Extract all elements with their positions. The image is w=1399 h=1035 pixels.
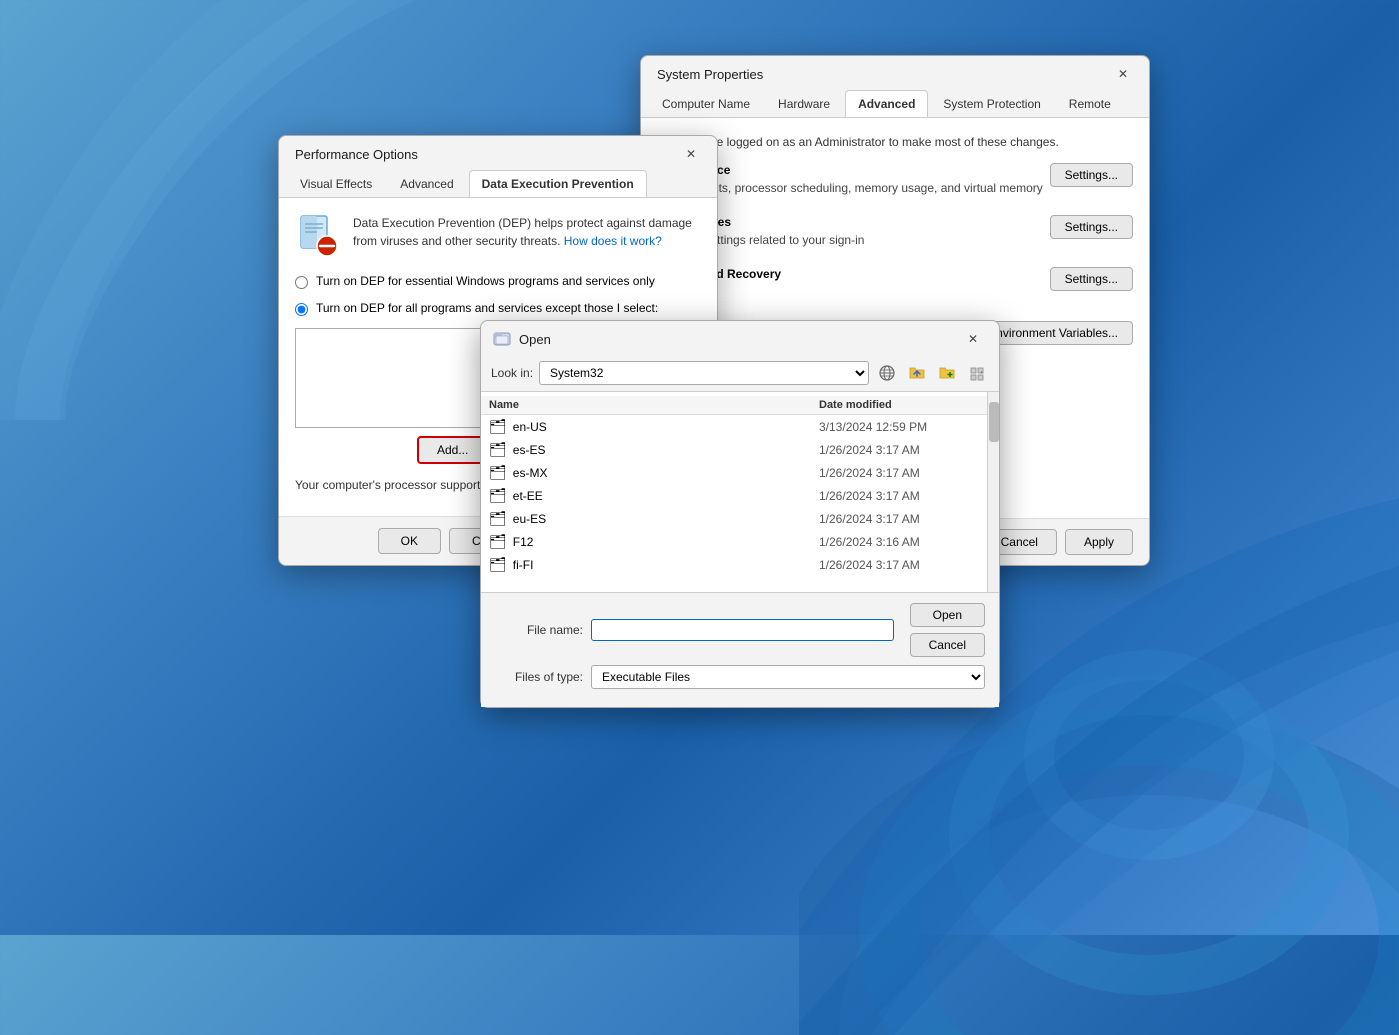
open-dialog[interactable]: Open ✕ Look in: System32	[480, 320, 1000, 708]
perf-close-button[interactable]: ✕	[677, 144, 705, 164]
dep-radio-all: Turn on DEP for all programs and service…	[295, 301, 701, 316]
dep-description: Data Execution Prevention (DEP) helps pr…	[353, 214, 701, 250]
file-list-header: Name Date modified	[481, 396, 987, 415]
look-in-label: Look in:	[491, 366, 533, 380]
system-props-titlebar: System Properties ✕	[641, 56, 1149, 90]
file-row[interactable]: 🗂 es-MX 1/26/2024 3:17 AM	[481, 461, 987, 484]
system-props-tabs: Computer Name Hardware Advanced System P…	[641, 90, 1149, 118]
file-name-cell: F12	[513, 535, 819, 549]
tab-hardware[interactable]: Hardware	[765, 90, 843, 117]
folder-icon: 🗂	[489, 464, 507, 481]
file-list: Name Date modified 🗂 en-US 3/13/2024 12:…	[481, 392, 987, 592]
user-profiles-section: Settings... User Profiles Desktop settin…	[657, 215, 1133, 253]
performance-settings-button[interactable]: Settings...	[1050, 163, 1133, 187]
files-of-type-select[interactable]: Executable Files	[591, 665, 985, 689]
file-name-cell: fi-FI	[513, 558, 819, 572]
open-dialog-close-button[interactable]: ✕	[959, 329, 987, 349]
dep-radio-essential-input[interactable]	[295, 276, 308, 289]
open-button[interactable]: Open	[910, 603, 985, 627]
file-name-input[interactable]	[591, 619, 894, 641]
folder-icon: 🗂	[489, 533, 507, 550]
system-props-apply-button[interactable]: Apply	[1065, 529, 1133, 555]
user-profiles-settings-button[interactable]: Settings...	[1050, 215, 1133, 239]
perf-ok-button[interactable]: OK	[378, 528, 441, 554]
dep-add-button[interactable]: Add...	[417, 436, 488, 464]
folder-icon: 🗂	[489, 418, 507, 435]
folder-icon: 🗂	[489, 556, 507, 573]
file-row[interactable]: 🗂 eu-ES 1/26/2024 3:17 AM	[481, 507, 987, 530]
folder-icon: 🗂	[489, 487, 507, 504]
files-of-type-row: Files of type: Executable Files	[495, 665, 985, 689]
open-dialog-icon	[493, 330, 511, 348]
system-props-info: You must be logged on as an Administrato…	[657, 134, 1133, 151]
dep-radio-all-input[interactable]	[295, 303, 308, 316]
perf-title: Performance Options	[295, 147, 418, 162]
col-date-header: Date modified	[819, 399, 979, 411]
dep-radio-essential-label: Turn on DEP for essential Windows progra…	[316, 274, 655, 288]
file-date-cell: 3/13/2024 12:59 PM	[819, 420, 979, 434]
open-action-buttons: Open Cancel	[910, 603, 985, 657]
tab-remote[interactable]: Remote	[1056, 90, 1124, 117]
open-toolbar: Look in: System32	[481, 355, 999, 392]
file-row[interactable]: 🗂 es-ES 1/26/2024 3:17 AM	[481, 438, 987, 461]
toolbar-up-button[interactable]	[905, 361, 929, 385]
tab-computer-name[interactable]: Computer Name	[649, 90, 763, 117]
dep-how-link[interactable]: How does it work?	[564, 234, 662, 248]
file-name-cell: et-EE	[513, 489, 819, 503]
file-row[interactable]: 🗂 fi-FI 1/26/2024 3:17 AM	[481, 553, 987, 576]
performance-section: Settings... Performance Visual effects, …	[657, 163, 1133, 201]
folder-icon: 🗂	[489, 441, 507, 458]
open-file-area: Name Date modified 🗂 en-US 3/13/2024 12:…	[481, 392, 999, 592]
perf-titlebar: Performance Options ✕	[279, 136, 717, 170]
file-name-cell: es-ES	[513, 443, 819, 457]
tab-advanced-perf[interactable]: Advanced	[387, 170, 466, 197]
file-date-cell: 1/26/2024 3:17 AM	[819, 466, 979, 480]
tab-advanced[interactable]: Advanced	[845, 90, 928, 117]
file-name-row: File name: Open Cancel	[495, 603, 985, 657]
file-row[interactable]: 🗂 en-US 3/13/2024 12:59 PM	[481, 415, 987, 438]
toolbar-new-folder-button[interactable]	[935, 361, 959, 385]
file-date-cell: 1/26/2024 3:17 AM	[819, 443, 979, 457]
toolbar-views-button[interactable]	[965, 361, 989, 385]
toolbar-back-button[interactable]	[875, 361, 899, 385]
file-list-scrollbar[interactable]	[987, 392, 999, 592]
dep-radio-essential: Turn on DEP for essential Windows progra…	[295, 274, 701, 289]
dep-radio-all-label: Turn on DEP for all programs and service…	[316, 301, 658, 315]
file-row[interactable]: 🗂 et-EE 1/26/2024 3:17 AM	[481, 484, 987, 507]
look-in-select[interactable]: System32	[539, 361, 869, 385]
system-props-close-button[interactable]: ✕	[1109, 64, 1137, 84]
startup-section: Settings... Startup and Recovery	[657, 267, 1133, 291]
open-bottom-area: File name: Open Cancel Files of type: Ex…	[481, 592, 999, 707]
file-row[interactable]: 🗂 F12 1/26/2024 3:16 AM	[481, 530, 987, 553]
file-date-cell: 1/26/2024 3:16 AM	[819, 535, 979, 549]
open-cancel-button[interactable]: Cancel	[910, 633, 985, 657]
open-title-left: Open	[493, 330, 551, 348]
file-name-label: File name:	[495, 623, 583, 637]
startup-settings-button[interactable]: Settings...	[1050, 267, 1133, 291]
file-date-cell: 1/26/2024 3:17 AM	[819, 512, 979, 526]
file-date-cell: 1/26/2024 3:17 AM	[819, 489, 979, 503]
open-titlebar: Open ✕	[481, 321, 999, 355]
tab-dep[interactable]: Data Execution Prevention	[469, 170, 647, 197]
folder-icon: 🗂	[489, 510, 507, 527]
open-dialog-title: Open	[519, 332, 551, 347]
file-rows-container: 🗂 en-US 3/13/2024 12:59 PM 🗂 es-ES 1/26/…	[481, 415, 987, 576]
system-props-title: System Properties	[657, 67, 763, 82]
file-name-cell: en-US	[513, 420, 819, 434]
perf-tabs: Visual Effects Advanced Data Execution P…	[279, 170, 717, 198]
dep-icon-area: Data Execution Prevention (DEP) helps pr…	[295, 214, 701, 258]
dep-icon	[295, 214, 339, 258]
col-name-header: Name	[489, 399, 819, 411]
file-name-cell: es-MX	[513, 466, 819, 480]
files-of-type-label: Files of type:	[495, 670, 583, 684]
file-name-cell: eu-ES	[513, 512, 819, 526]
scrollbar-thumb	[989, 402, 999, 442]
tab-system-protection[interactable]: System Protection	[930, 90, 1053, 117]
file-date-cell: 1/26/2024 3:17 AM	[819, 558, 979, 572]
tab-visual-effects[interactable]: Visual Effects	[287, 170, 385, 197]
